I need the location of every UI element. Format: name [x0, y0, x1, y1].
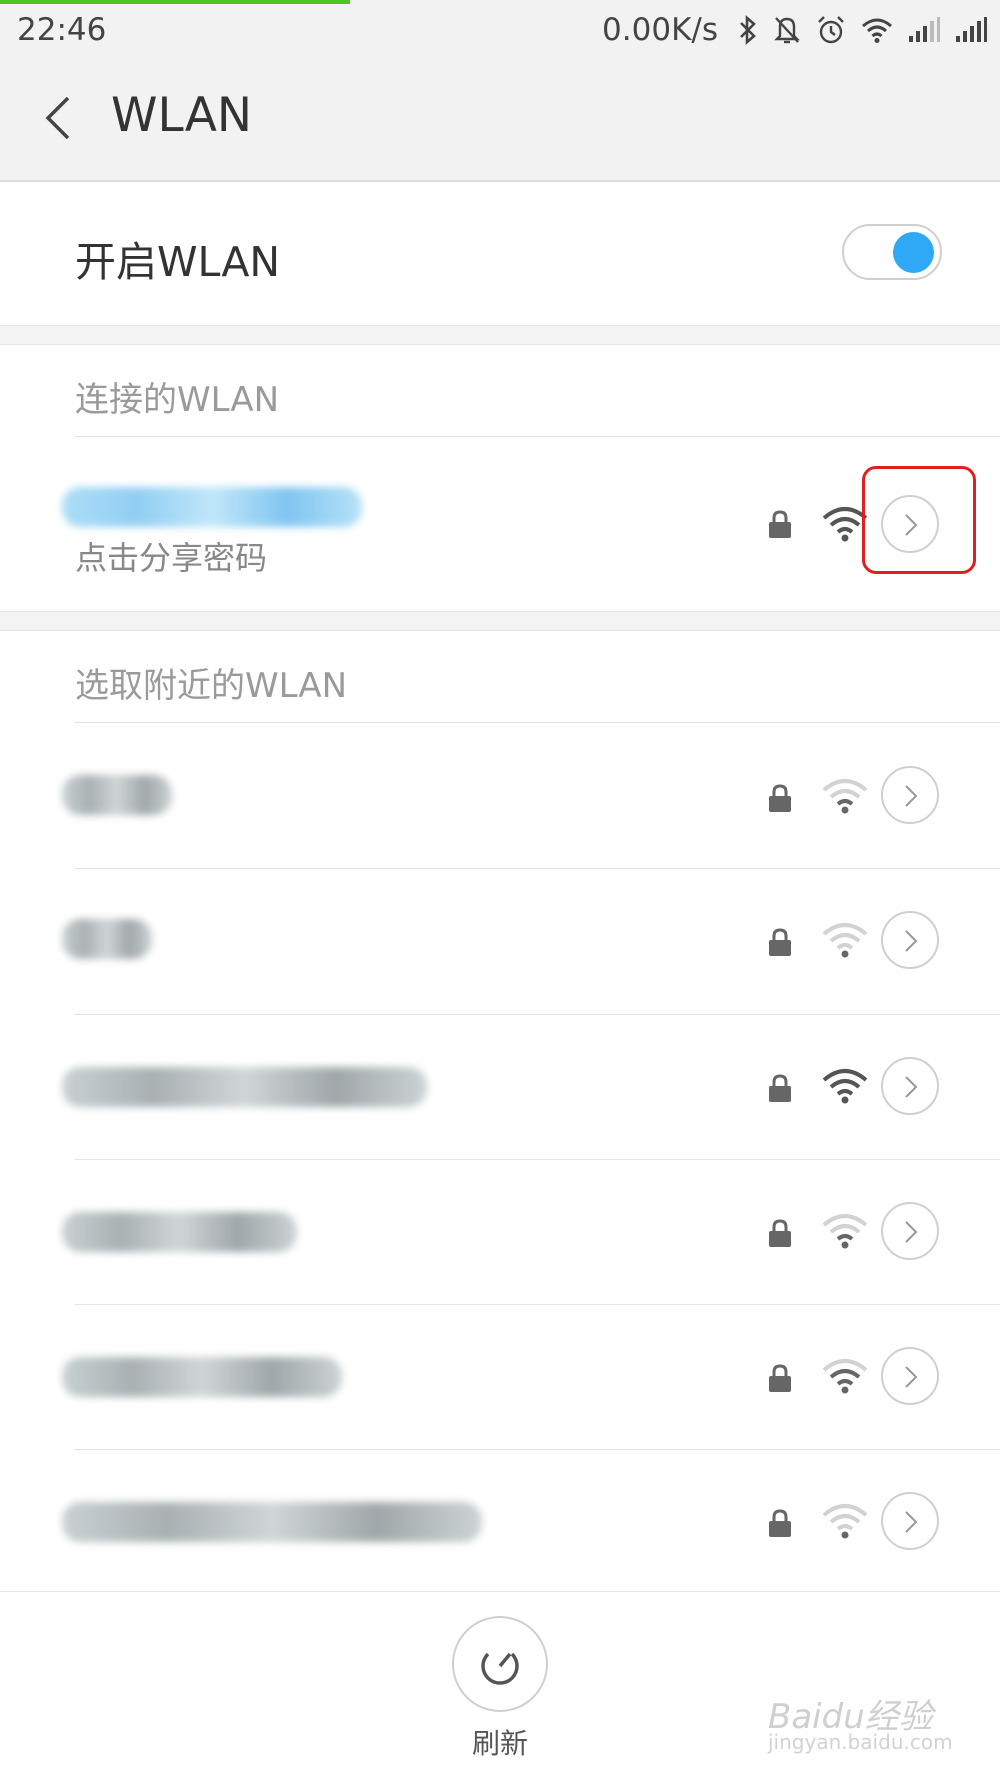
network-name-redacted: [62, 919, 152, 959]
network-detail-button[interactable]: [881, 911, 939, 969]
wifi-strong-icon: [822, 1069, 868, 1104]
chevron-right-icon: [905, 930, 918, 952]
wifi-weak-icon: [822, 779, 868, 814]
network-detail-button[interactable]: [881, 1492, 939, 1550]
page-load-progress: [0, 0, 350, 4]
wlan-switch[interactable]: [842, 224, 942, 280]
chevron-right-icon: [905, 1221, 918, 1243]
nearby-network-row[interactable]: [0, 1450, 1000, 1590]
lock-icon: [769, 510, 791, 538]
network-detail-button[interactable]: [881, 766, 939, 824]
nearby-network-row[interactable]: [0, 723, 1000, 868]
lock-icon: [769, 1364, 791, 1392]
nearby-network-row[interactable]: [0, 1305, 1000, 1450]
network-name-redacted: [62, 487, 362, 527]
network-name-redacted: [62, 1067, 427, 1107]
nearby-network-row[interactable]: [0, 1015, 1000, 1160]
page-title: WLAN: [111, 88, 253, 143]
wifi-status-icon: [862, 18, 892, 43]
alarm-icon: [818, 16, 844, 44]
lock-icon: [769, 784, 791, 812]
connected-network-row[interactable]: 点击分享密码: [0, 437, 1000, 611]
status-bar: 22:46 0.00K/s: [0, 0, 1000, 58]
network-detail-button[interactable]: [881, 1347, 939, 1405]
wifi-weak-icon: [822, 923, 868, 958]
nearby-network-row[interactable]: [0, 1160, 1000, 1305]
wifi-medium-icon: [822, 1359, 868, 1394]
switch-knob: [893, 232, 934, 273]
section-gap: [0, 325, 1000, 345]
wifi-weak-icon: [822, 1214, 868, 1249]
network-name-redacted: [62, 1357, 342, 1397]
status-time: 22:46: [17, 12, 107, 48]
section-gap: [0, 611, 1000, 631]
bluetooth-icon: [740, 15, 756, 45]
lock-icon: [769, 1219, 791, 1247]
network-detail-button[interactable]: [881, 1057, 939, 1115]
chevron-right-icon: [905, 1511, 918, 1533]
share-password-hint[interactable]: 点击分享密码: [75, 533, 267, 579]
highlight-annotation: [862, 466, 976, 574]
wifi-weak-icon: [822, 1504, 868, 1539]
refresh-button[interactable]: [452, 1616, 548, 1712]
lock-icon: [769, 928, 791, 956]
chevron-right-icon: [905, 785, 918, 807]
connected-section-header: 连接的WLAN: [75, 380, 280, 420]
chevron-right-icon: [905, 1076, 918, 1098]
lock-icon: [769, 1509, 791, 1537]
wlan-toggle-label: 开启WLAN: [75, 238, 281, 286]
wlan-toggle-row[interactable]: 开启WLAN: [0, 182, 1000, 325]
chevron-right-icon: [905, 1366, 918, 1388]
title-bar: WLAN: [0, 58, 1000, 182]
refresh-icon: [481, 1652, 519, 1685]
signal-icon-1: [909, 17, 940, 42]
status-icons: 0.00K/s: [602, 8, 988, 52]
network-name-redacted: [62, 1212, 297, 1252]
mute-bell-icon: [774, 17, 800, 44]
signal-icon-2: [956, 17, 987, 42]
watermark-url: jingyan.baidu.com: [768, 1730, 953, 1754]
network-detail-button[interactable]: [881, 1202, 939, 1260]
network-name-redacted: [62, 775, 172, 815]
net-speed: 0.00K/s: [602, 12, 718, 48]
network-name-redacted: [62, 1502, 482, 1542]
nearby-section-header: 选取附近的WLAN: [75, 666, 348, 706]
back-icon[interactable]: [40, 92, 76, 144]
lock-icon: [769, 1074, 791, 1102]
nearby-network-row[interactable]: [0, 869, 1000, 1014]
